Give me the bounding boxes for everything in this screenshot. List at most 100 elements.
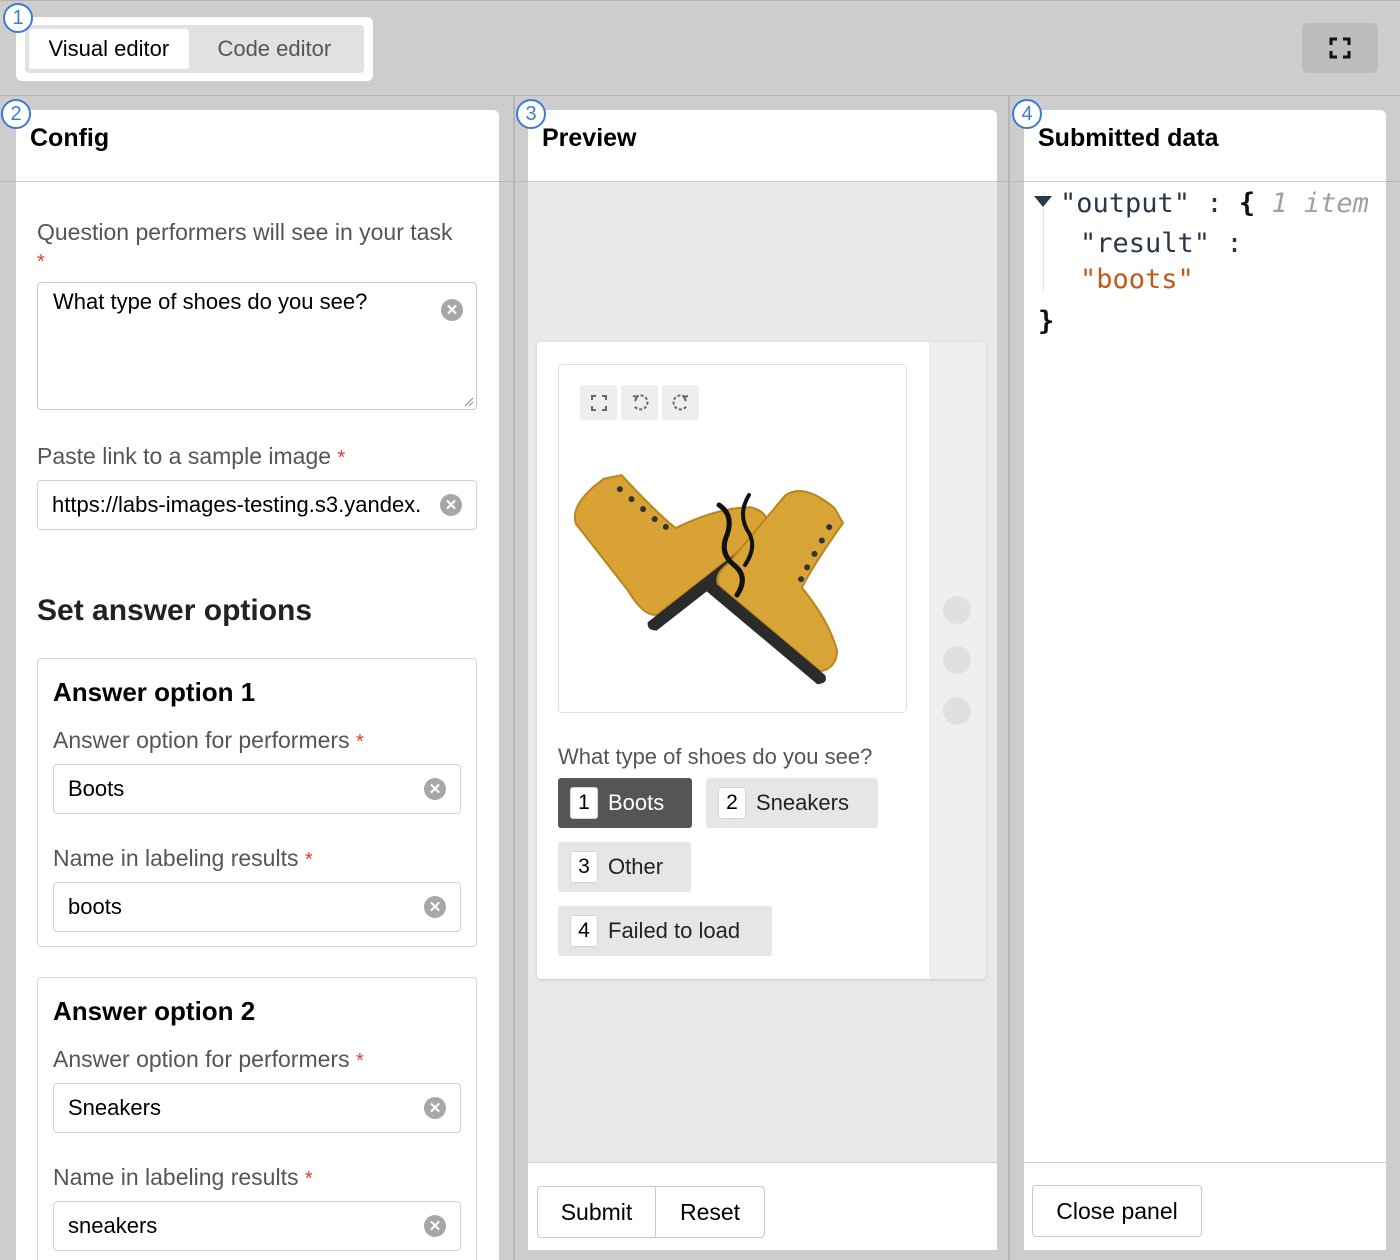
clear-icon[interactable]: ✕ [441,299,463,321]
answer-other-button[interactable]: 3 Other [558,842,691,892]
json-colon: : [1226,228,1243,259]
answer-option-title: Answer option 1 [53,677,256,707]
preview-actions-bar: Submit Reset [528,1162,997,1250]
image-toolbar [580,385,699,420]
json-value-result: "boots" [1080,264,1194,295]
clear-icon[interactable]: ✕ [424,896,446,918]
image-link-value: https://labs-images-testing.s3.yandex.ne… [52,492,422,517]
submit-button[interactable]: Submit [538,1187,656,1237]
answer-option-card: Answer option 2 Answer option for perfor… [37,977,477,1260]
task-card: What type of shoes do you see? 1 Boots 2… [537,342,986,979]
required-mark: * [355,731,364,753]
image-link-label-text: Paste link to a sample image [37,443,332,469]
step-badge-1: 1 [3,3,33,33]
header-divider [997,181,1024,182]
submitted-title: Submitted data [1024,110,1386,182]
tab-visual-editor[interactable]: Visual editor [29,29,189,69]
submitted-data-panel: Submitted data "output" : { 1 item "resu… [1024,110,1386,1250]
performer-option-input[interactable]: Boots ✕ [53,764,461,814]
answer-failed-button[interactable]: 4 Failed to load [558,906,772,956]
required-mark: * [337,447,346,469]
answer-label: Boots [608,790,665,815]
performer-option-value: Sneakers [68,1095,161,1120]
result-name-label: Name in labeling results * [53,844,461,874]
image-link-label: Paste link to a sample image * [37,442,477,472]
performer-option-label-text: Answer option for performers [53,727,350,753]
preview-panel: Preview What type of shoes do you see? 1… [528,110,997,1250]
top-toolbar: Visual editor Code editor [0,0,1400,96]
answer-boots-button[interactable]: 1 Boots [558,778,692,828]
clear-icon[interactable]: ✕ [424,778,446,800]
image-link-input[interactable]: https://labs-images-testing.s3.yandex.ne… [37,480,477,530]
json-key-output: "output" [1060,188,1191,219]
fullscreen-button[interactable] [1302,23,1378,73]
image-fullscreen-button[interactable] [580,385,617,420]
question-label: Question performers will see in your tas… [37,218,477,276]
result-name-value: sneakers [68,1213,158,1238]
json-output-line: "output" : { 1 item [1034,184,1369,224]
performer-option-value: Boots [68,776,125,801]
side-dot-icon[interactable] [943,697,971,725]
json-item-count: 1 item [1271,188,1369,219]
fullscreen-icon [590,394,607,411]
question-textarea[interactable]: What type of shoes do you see? ✕ [37,282,477,410]
required-mark: * [304,1168,313,1190]
json-colon: : [1206,188,1223,219]
column-divider [1008,96,1010,1260]
rotate-left-icon [632,393,648,410]
hotkey-badge: 3 [570,851,598,883]
header-divider [499,181,528,182]
resize-handle-icon[interactable] [464,397,474,407]
header-divider [0,181,16,182]
json-key-result: "result" [1080,228,1211,259]
performer-option-label-text: Answer option for performers [53,1046,350,1072]
tab-code-editor[interactable]: Code editor [189,29,360,69]
preview-question: What type of shoes do you see? [558,744,873,769]
performer-option-label: Answer option for performers * [53,726,461,756]
clear-icon[interactable]: ✕ [440,494,462,516]
close-panel-button[interactable]: Close panel [1032,1185,1202,1237]
required-mark: * [304,849,313,871]
json-close-brace: } [1038,306,1055,337]
answer-label: Failed to load [608,918,741,943]
side-dot-icon[interactable] [943,596,971,624]
collapse-caret-icon[interactable] [1034,196,1052,207]
config-panel: Config Question performers will see in y… [16,110,499,1260]
fullscreen-icon [1329,37,1351,59]
result-name-label: Name in labeling results * [53,1163,461,1193]
result-name-input[interactable]: boots ✕ [53,882,461,932]
task-side-panel [929,342,986,979]
clear-icon[interactable]: ✕ [424,1215,446,1237]
reset-button[interactable]: Reset [656,1187,764,1237]
json-close-line: } [1034,302,1369,342]
answer-sneakers-button[interactable]: 2 Sneakers [706,778,878,828]
rotate-right-icon [672,393,688,410]
answer-options-heading: Set answer options [37,594,313,627]
question-label-text: Question performers will see in your tas… [37,219,453,245]
rotate-right-button[interactable] [662,385,699,420]
result-name-input[interactable]: sneakers ✕ [53,1201,461,1251]
preview-button-group: Submit Reset [537,1186,765,1238]
performer-option-label: Answer option for performers * [53,1045,461,1075]
answer-label: Sneakers [756,790,849,815]
side-dot-icon[interactable] [943,646,971,674]
answer-option-title: Answer option 2 [53,996,256,1026]
step-badge-4: 4 [1012,99,1042,129]
answer-label: Other [608,854,664,879]
clear-icon[interactable]: ✕ [424,1097,446,1119]
result-name-label-text: Name in labeling results [53,845,299,871]
hotkey-badge: 2 [718,787,746,819]
header-divider [1386,181,1400,182]
sample-image-viewer [558,364,907,713]
performer-option-input[interactable]: Sneakers ✕ [53,1083,461,1133]
json-viewer: "output" : { 1 item "result" : "boots" } [1034,184,1369,342]
rotate-left-button[interactable] [621,385,658,420]
hotkey-badge: 1 [570,787,598,819]
step-badge-2: 2 [1,99,31,129]
editor-mode-switch: Visual editor Code editor [16,17,373,81]
json-result-line: "result" : [1034,224,1369,264]
json-open-brace: { [1238,188,1256,219]
answer-option-card: Answer option 1 Answer option for perfor… [37,658,477,947]
config-title: Config [16,110,499,182]
editor-mode-switch-track: Visual editor Code editor [25,25,364,73]
